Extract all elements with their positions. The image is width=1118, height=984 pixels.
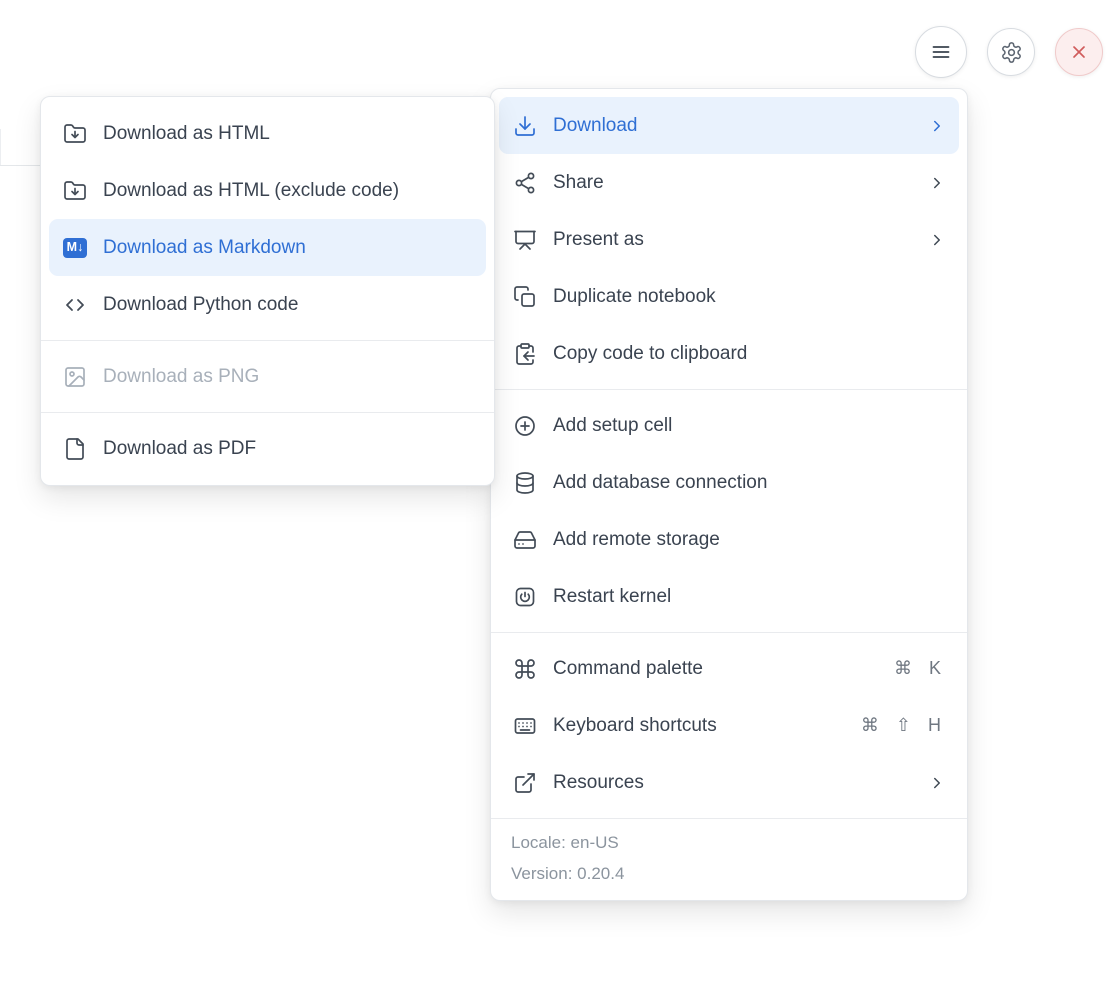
background-edge-fragment bbox=[0, 165, 40, 166]
submenu-item-download-png[interactable]: Download as PNG bbox=[49, 348, 486, 405]
markdown-badge: M↓ bbox=[63, 238, 87, 258]
menu-item-command-palette[interactable]: Command palette ⌘ K bbox=[499, 640, 959, 697]
presentation-icon bbox=[513, 228, 537, 252]
shortcut-hint: ⌘ K bbox=[894, 658, 947, 679]
close-icon bbox=[1069, 42, 1089, 62]
submenu-item-download-html-exclude-code[interactable]: Download as HTML (exclude code) bbox=[49, 162, 486, 219]
menu-item-keyboard-shortcuts[interactable]: Keyboard shortcuts ⌘ ⇧ H bbox=[499, 697, 959, 754]
folder-download-icon bbox=[63, 122, 87, 146]
chevron-right-icon bbox=[927, 230, 947, 250]
submenu-item-download-html[interactable]: Download as HTML bbox=[49, 105, 486, 162]
gear-icon bbox=[1000, 41, 1023, 64]
menu-item-add-database-connection[interactable]: Add database connection bbox=[499, 454, 959, 511]
menu-footer: Locale: en-US Version: 0.20.4 bbox=[491, 818, 967, 892]
power-icon bbox=[513, 585, 537, 609]
menu-item-label: Share bbox=[553, 172, 911, 194]
menu-item-copy-code[interactable]: Copy code to clipboard bbox=[499, 325, 959, 382]
menu-item-label: Download as Markdown bbox=[103, 237, 474, 259]
keyboard-icon bbox=[513, 714, 537, 738]
background-edge-fragment bbox=[0, 129, 1, 166]
image-icon bbox=[63, 365, 87, 389]
menu-item-label: Add setup cell bbox=[553, 415, 947, 437]
duplicate-icon bbox=[513, 285, 537, 309]
submenu-item-download-pdf[interactable]: Download as PDF bbox=[49, 420, 486, 477]
menu-item-duplicate-notebook[interactable]: Duplicate notebook bbox=[499, 268, 959, 325]
plus-circle-icon bbox=[513, 414, 537, 438]
command-icon bbox=[513, 657, 537, 681]
file-icon bbox=[63, 437, 87, 461]
menu-item-label: Download as HTML bbox=[103, 123, 474, 145]
menu-item-label: Add remote storage bbox=[553, 529, 947, 551]
menu-separator bbox=[41, 412, 494, 413]
hamburger-icon bbox=[929, 40, 953, 64]
folder-download-icon bbox=[63, 179, 87, 203]
close-button[interactable] bbox=[1055, 28, 1103, 76]
shortcut-hint: ⌘ ⇧ H bbox=[861, 715, 947, 736]
chevron-right-icon bbox=[927, 173, 947, 193]
menu-item-label: Download Python code bbox=[103, 294, 474, 316]
menu-item-label: Restart kernel bbox=[553, 586, 947, 608]
submenu-item-download-python-code[interactable]: Download Python code bbox=[49, 276, 486, 333]
menu-item-label: Command palette bbox=[553, 658, 878, 680]
version-text: Version: 0.20.4 bbox=[511, 864, 947, 884]
database-icon bbox=[513, 471, 537, 495]
menu-item-restart-kernel[interactable]: Restart kernel bbox=[499, 568, 959, 625]
menu-item-label: Download bbox=[553, 115, 911, 137]
notebook-menu-button[interactable] bbox=[915, 26, 967, 78]
locale-text: Locale: en-US bbox=[511, 833, 947, 853]
menu-item-label: Resources bbox=[553, 772, 911, 794]
share-icon bbox=[513, 171, 537, 195]
download-icon bbox=[513, 114, 537, 138]
menu-item-share[interactable]: Share bbox=[499, 154, 959, 211]
menu-item-label: Duplicate notebook bbox=[553, 286, 947, 308]
menu-item-label: Download as HTML (exclude code) bbox=[103, 180, 474, 202]
download-submenu: Download as HTML Download as HTML (exclu… bbox=[40, 96, 495, 486]
menu-item-label: Download as PDF bbox=[103, 438, 474, 460]
menu-separator bbox=[491, 632, 967, 633]
hard-drive-icon bbox=[513, 528, 537, 552]
markdown-icon: M↓ bbox=[63, 236, 87, 260]
menu-separator bbox=[491, 389, 967, 390]
menu-separator bbox=[41, 340, 494, 341]
menu-item-download[interactable]: Download bbox=[499, 97, 959, 154]
code-icon bbox=[63, 293, 87, 317]
menu-item-label: Download as PNG bbox=[103, 366, 474, 388]
menu-item-add-remote-storage[interactable]: Add remote storage bbox=[499, 511, 959, 568]
menu-item-label: Add database connection bbox=[553, 472, 947, 494]
menu-item-label: Present as bbox=[553, 229, 911, 251]
menu-item-present-as[interactable]: Present as bbox=[499, 211, 959, 268]
external-link-icon bbox=[513, 771, 537, 795]
chevron-right-icon bbox=[927, 116, 947, 136]
settings-button[interactable] bbox=[987, 28, 1035, 76]
menu-item-label: Copy code to clipboard bbox=[553, 343, 947, 365]
clipboard-copy-icon bbox=[513, 342, 537, 366]
submenu-item-download-markdown[interactable]: M↓ Download as Markdown bbox=[49, 219, 486, 276]
menu-item-resources[interactable]: Resources bbox=[499, 754, 959, 811]
notebook-actions-menu: Download Share Present as Duplicate note… bbox=[490, 88, 968, 901]
chevron-right-icon bbox=[927, 773, 947, 793]
menu-item-label: Keyboard shortcuts bbox=[553, 715, 845, 737]
menu-item-add-setup-cell[interactable]: Add setup cell bbox=[499, 397, 959, 454]
